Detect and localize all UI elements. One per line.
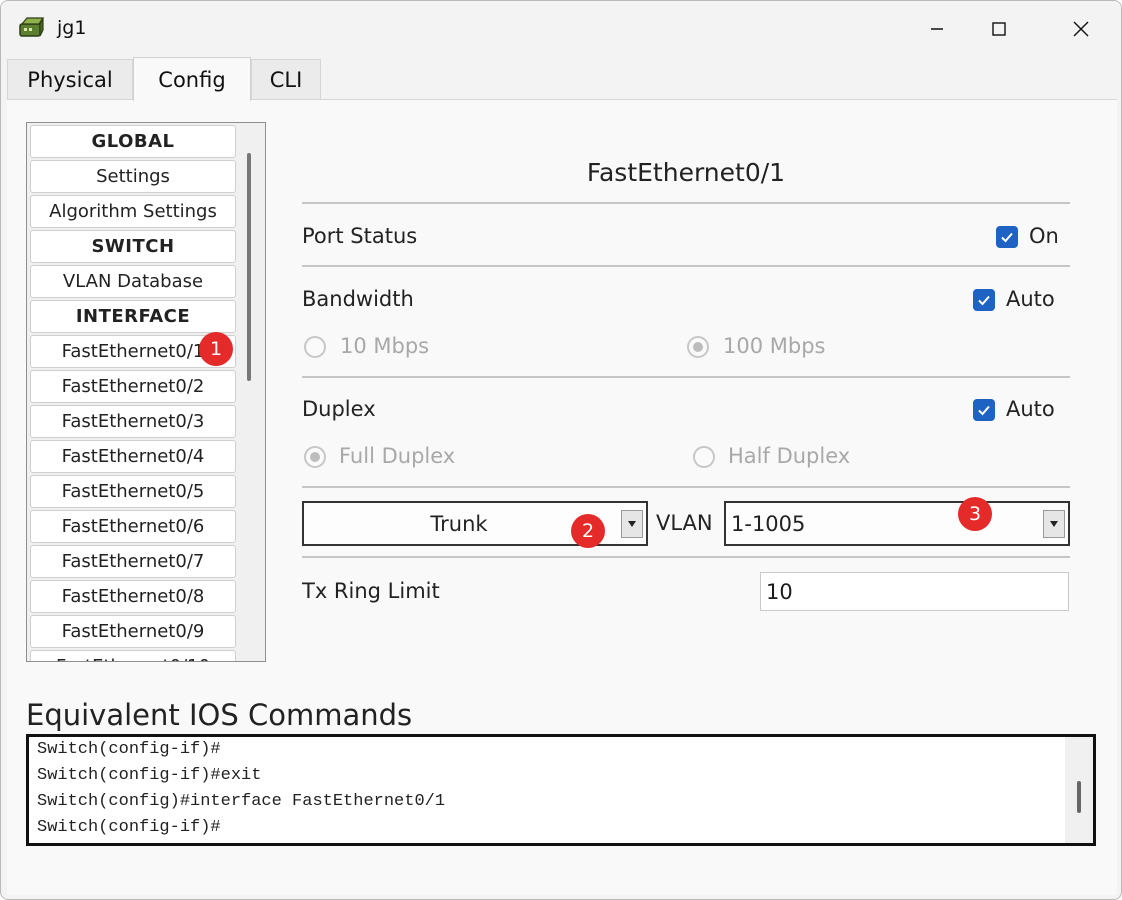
nav-item-vlan-database[interactable]: VLAN Database [30, 265, 236, 298]
radio-10mbps-label: 10 Mbps [340, 334, 430, 358]
vlan-select[interactable]: 1-1005 [724, 501, 1070, 546]
annotation-badge-2: 2 [571, 514, 605, 548]
radio-half-duplex-label: Half Duplex [728, 444, 851, 468]
nav-header-global: GLOBAL [30, 125, 236, 158]
nav-scrollbar-thumb[interactable] [247, 153, 251, 381]
divider [302, 486, 1070, 488]
nav-item-fastethernet0-10[interactable]: FastEthernet0/10 [30, 650, 236, 661]
tab-physical[interactable]: Physical [7, 59, 133, 100]
ios-commands-title: Equivalent IOS Commands [26, 698, 413, 732]
ios-command-line: Switch(config-if)# [37, 818, 221, 837]
nav-item-fastethernet0-9[interactable]: FastEthernet0/9 [30, 615, 236, 648]
nav-item-fastethernet0-6[interactable]: FastEthernet0/6 [30, 510, 236, 543]
divider [302, 265, 1070, 267]
tx-ring-limit-label: Tx Ring Limit [302, 579, 440, 603]
radio-10mbps[interactable] [304, 336, 326, 358]
radio-full-duplex[interactable] [304, 446, 326, 468]
nav-item-fastethernet0-5[interactable]: FastEthernet0/5 [30, 475, 236, 508]
ios-command-line: Switch(config)#interface FastEthernet0/1 [37, 792, 446, 811]
ios-commands-box: Switch(config-if)# Switch(config-if)#exi… [26, 734, 1096, 846]
minimize-button[interactable] [915, 9, 959, 49]
config-panel: GLOBAL Settings Algorithm Settings SWITC… [7, 99, 1117, 895]
bandwidth-auto-checkbox[interactable] [973, 289, 995, 311]
checkmark-icon [978, 405, 990, 416]
nav-header-interface: INTERFACE [30, 300, 236, 333]
radio-full-duplex-label: Full Duplex [339, 444, 456, 468]
config-nav-list: GLOBAL Settings Algorithm Settings SWITC… [26, 122, 266, 662]
bandwidth-label: Bandwidth [302, 287, 414, 311]
radio-100mbps[interactable] [687, 336, 709, 358]
interface-title: FastEthernet0/1 [586, 158, 786, 187]
duplex-label: Duplex [302, 397, 376, 421]
ios-scrollbar-thumb[interactable] [1077, 781, 1081, 813]
vlan-label: VLAN [656, 511, 713, 535]
maximize-icon [992, 22, 1006, 36]
minimize-icon [931, 28, 943, 30]
port-mode-value: Trunk [430, 512, 488, 536]
tx-ring-limit-input[interactable]: 10 [760, 572, 1069, 611]
tab-cli[interactable]: CLI [251, 59, 321, 100]
nav-item-algorithm-settings[interactable]: Algorithm Settings [30, 195, 236, 228]
nav-item-fastethernet0-7[interactable]: FastEthernet0/7 [30, 545, 236, 578]
dropdown-arrow-icon[interactable] [621, 510, 643, 538]
vlan-value: 1-1005 [731, 512, 806, 536]
radio-100mbps-label: 100 Mbps [723, 334, 826, 358]
divider [302, 376, 1070, 378]
nav-item-fastethernet0-2[interactable]: FastEthernet0/2 [30, 370, 236, 403]
annotation-badge-3: 3 [958, 497, 992, 531]
nav-item-settings[interactable]: Settings [30, 160, 236, 193]
port-status-checkbox[interactable] [996, 226, 1018, 248]
nav-item-fastethernet0-3[interactable]: FastEthernet0/3 [30, 405, 236, 438]
switch-app-icon [17, 15, 45, 43]
duplex-auto-checkbox[interactable] [973, 399, 995, 421]
ios-command-line: Switch(config-if)#exit [37, 766, 262, 785]
tab-config[interactable]: Config [133, 57, 251, 101]
port-status-label: Port Status [302, 224, 418, 248]
divider [302, 202, 1070, 204]
dropdown-arrow-icon[interactable] [1043, 510, 1065, 538]
title-bar: jg1 [1, 1, 1121, 57]
app-window: jg1 Physical Config CLI GLOBAL Settings … [0, 0, 1122, 900]
maximize-button[interactable] [977, 9, 1021, 49]
divider [302, 556, 1070, 558]
ios-command-line: Switch(config-if)# [37, 740, 221, 759]
radio-half-duplex[interactable] [693, 446, 715, 468]
duplex-auto-label: Auto [1006, 397, 1055, 421]
port-status-on-label: On [1029, 224, 1059, 248]
annotation-badge-1: 1 [199, 332, 233, 366]
close-button[interactable] [1059, 9, 1103, 49]
checkmark-icon [1001, 232, 1013, 243]
bandwidth-auto-label: Auto [1006, 287, 1055, 311]
window-title: jg1 [57, 17, 87, 39]
checkmark-icon [978, 295, 990, 306]
nav-item-fastethernet0-4[interactable]: FastEthernet0/4 [30, 440, 236, 473]
nav-header-switch: SWITCH [30, 230, 236, 263]
close-icon [1073, 21, 1089, 37]
nav-item-fastethernet0-8[interactable]: FastEthernet0/8 [30, 580, 236, 613]
